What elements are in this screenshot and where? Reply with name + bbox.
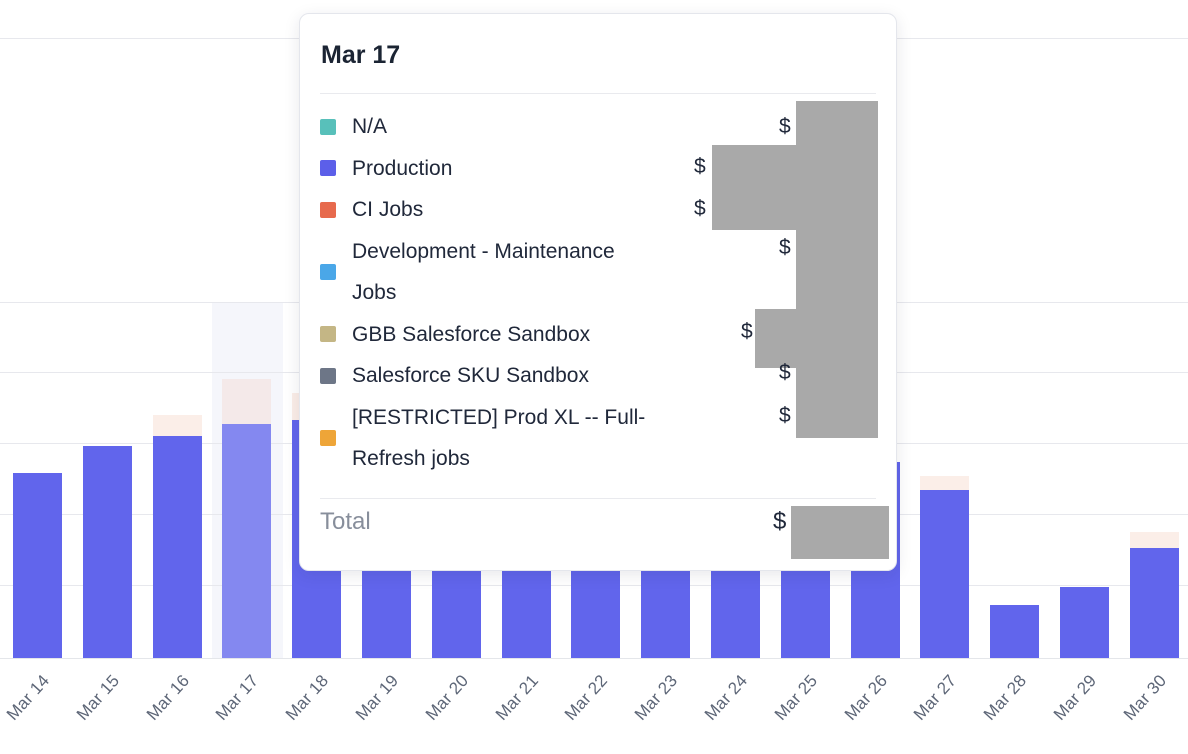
redacted-value xyxy=(712,145,796,230)
x-axis-label: Mar 19 xyxy=(352,671,403,725)
bar-production-mar-17[interactable] xyxy=(222,424,271,658)
x-axis-label: Mar 23 xyxy=(631,671,682,725)
currency-sign: $ xyxy=(779,405,791,426)
redacted-value xyxy=(791,506,889,559)
redacted-value xyxy=(755,309,796,368)
x-axis-label: Mar 25 xyxy=(771,671,822,725)
currency-sign: $ xyxy=(694,198,706,219)
currency-sign: $ xyxy=(779,362,791,383)
x-axis-label: Mar 18 xyxy=(282,671,333,725)
cost-bar-chart: Mar 14 Mar 15 Mar 16 Mar 17 Mar 18 Mar 19 Mar … xyxy=(0,0,1188,754)
x-axis-label: Mar 14 xyxy=(3,671,54,725)
bar-cap-mar-17[interactable] xyxy=(222,379,271,424)
x-axis-label: Mar 28 xyxy=(980,671,1031,725)
x-axis-label: Mar 17 xyxy=(212,671,263,725)
tooltip-redactions xyxy=(300,14,896,570)
x-axis-label: Mar 29 xyxy=(1050,671,1101,725)
x-axis-label: Mar 15 xyxy=(73,671,124,725)
currency-sign: $ xyxy=(741,321,753,342)
bar-production-mar-15[interactable] xyxy=(83,446,132,658)
bar-cap-mar-27[interactable] xyxy=(920,476,969,490)
bar-production-mar-14[interactable] xyxy=(13,473,62,658)
currency-sign: $ xyxy=(779,116,791,137)
x-axis-label: Mar 21 xyxy=(492,671,543,725)
x-axis-label: Mar 26 xyxy=(841,671,892,725)
x-axis-label: Mar 30 xyxy=(1120,671,1171,725)
x-axis-line xyxy=(0,658,1188,659)
currency-sign: $ xyxy=(694,156,706,177)
bar-production-mar-30[interactable] xyxy=(1130,548,1179,658)
x-axis-label: Mar 20 xyxy=(422,671,473,725)
x-axis-label: Mar 27 xyxy=(910,671,961,725)
bar-production-mar-27[interactable] xyxy=(920,490,969,658)
bar-production-mar-29[interactable] xyxy=(1060,587,1109,658)
redacted-value xyxy=(796,101,878,438)
x-axis-label: Mar 22 xyxy=(561,671,612,725)
bar-production-mar-16[interactable] xyxy=(153,436,202,658)
chart-tooltip: Mar 17 N/AProductionCI JobsDevelopment -… xyxy=(299,13,897,571)
bar-production-mar-28[interactable] xyxy=(990,605,1039,658)
bar-cap-mar-30[interactable] xyxy=(1130,532,1179,548)
bar-cap-mar-16[interactable] xyxy=(153,415,202,436)
currency-sign: $ xyxy=(779,237,791,258)
x-axis-label: Mar 24 xyxy=(701,671,752,725)
x-axis-label: Mar 16 xyxy=(143,671,194,725)
